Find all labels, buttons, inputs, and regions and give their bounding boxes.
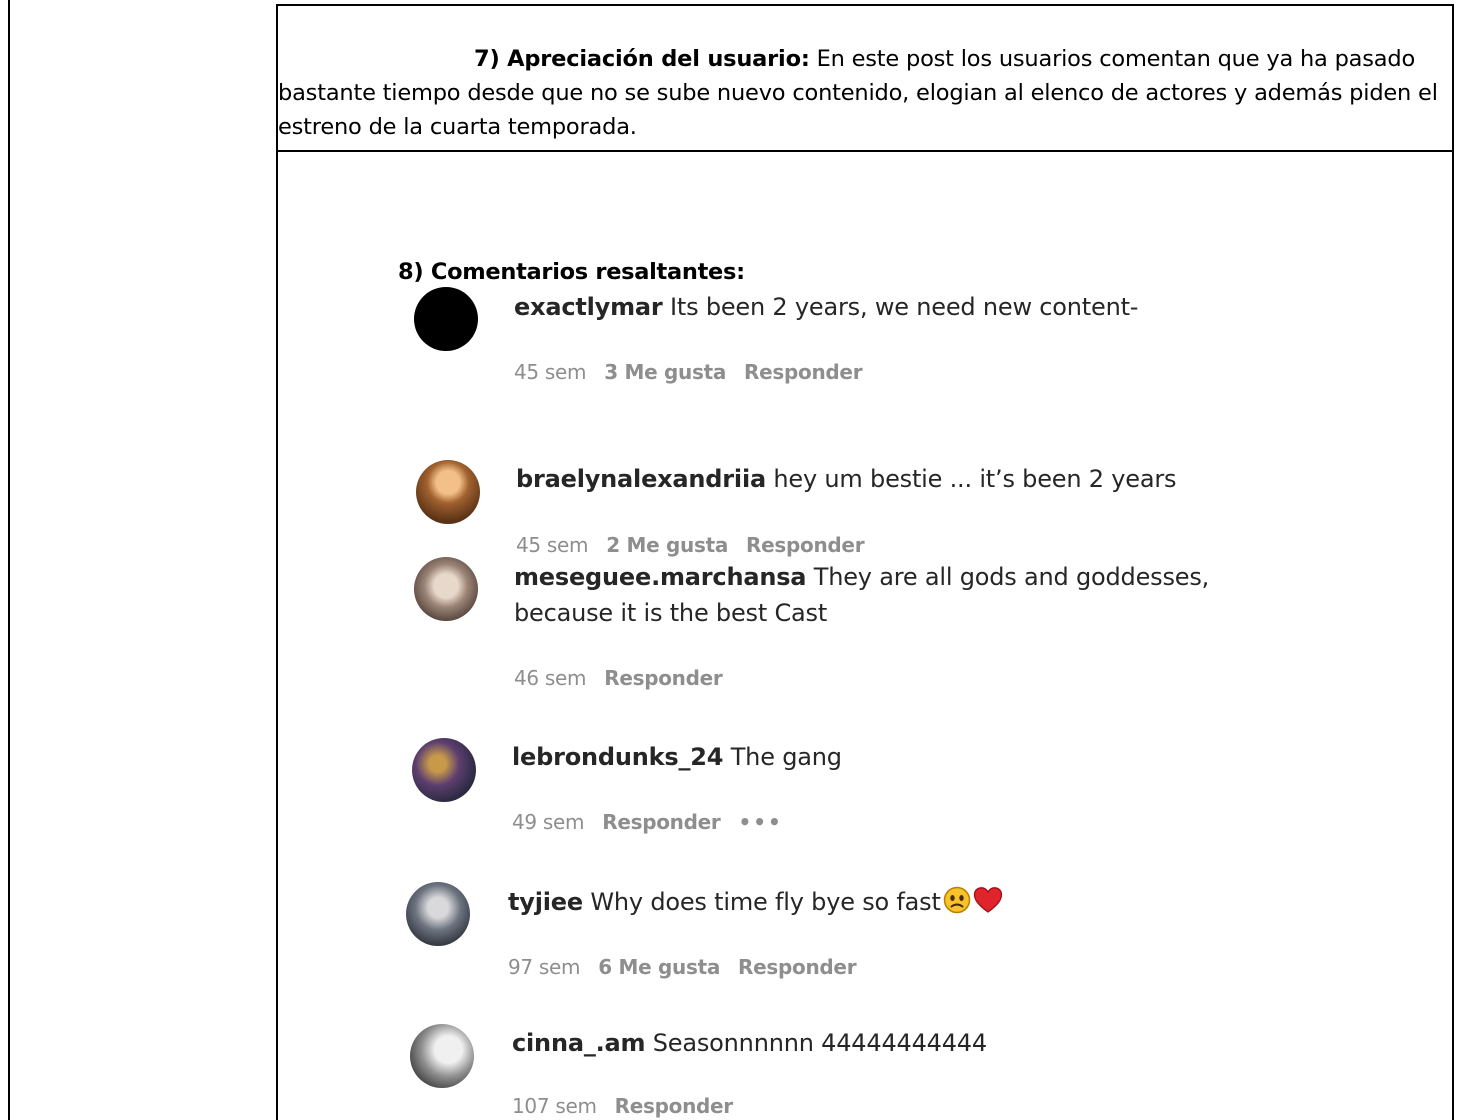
row-divider [276,150,1454,152]
comment-time[interactable]: 97 sem [508,955,581,979]
comment-body: Its been 2 years, we need new content- [662,293,1139,321]
reply-button[interactable]: Responder [746,533,865,557]
outer-left-border [8,0,10,1120]
comment-username[interactable]: exactlymar [514,293,663,321]
table-left-border [276,4,278,1120]
reply-button[interactable]: Responder [615,1094,734,1118]
avatar[interactable] [414,557,478,621]
comment-username[interactable]: tyjiee [508,888,583,916]
avatar[interactable] [416,460,480,524]
comment-text: exactlymar Its been 2 years, we need new… [514,292,1138,322]
reply-button[interactable]: Responder [604,666,723,690]
reply-button[interactable]: Responder [738,955,857,979]
section7-text: En este post los usuarios comentan que y… [278,46,1438,140]
avatar[interactable] [406,882,470,946]
comment-meta: 45 sem 2 Me gusta Responder [516,533,882,557]
more-options-icon[interactable]: ••• [738,810,782,834]
comment-meta: 45 sem 3 Me gusta Responder [514,360,880,384]
table-top-border [276,4,1454,6]
comment-meta: 49 sem Responder ••• [512,810,801,834]
comment-body: hey um bestie ... it’s been 2 years [765,465,1177,493]
comment-time[interactable]: 46 sem [514,666,587,690]
comment-meta: 46 sem Responder [514,666,740,690]
comment-time[interactable]: 107 sem [512,1094,597,1118]
comment-meta: 107 sem Responder [512,1094,751,1118]
avatar[interactable] [410,1024,474,1088]
comment-body: Why does time fly bye so fast [582,888,941,916]
comment-meta: 97 sem 6 Me gusta Responder [508,955,874,979]
reply-button[interactable]: Responder [602,810,721,834]
comment-text: braelynalexandriia hey um bestie ... it’… [516,464,1177,494]
section8-heading: 8) Comentarios resaltantes: [398,259,745,285]
comment-likes[interactable]: 2 Me gusta [606,533,728,557]
comment-time[interactable]: 45 sem [514,360,587,384]
comment-likes[interactable]: 6 Me gusta [598,955,720,979]
sad-face-emoji-icon [943,886,971,921]
avatar[interactable] [412,738,476,802]
comment-time[interactable]: 45 sem [516,533,589,557]
comment-text: tyjiee Why does time fly bye so fast [508,886,1003,921]
comment-body: Seasonnnnnn 44444444444 [645,1029,987,1057]
red-heart-emoji-icon [973,886,1003,921]
comment-username[interactable]: braelynalexandriia [516,465,766,493]
comment-text: lebrondunks_24 The gang [512,742,842,772]
comment-likes[interactable]: 3 Me gusta [604,360,726,384]
comment-username[interactable]: meseguee.marchansa [514,563,807,591]
comment-username[interactable]: lebrondunks_24 [512,743,723,771]
comment-body: The gang [723,743,842,771]
comment-time[interactable]: 49 sem [512,810,585,834]
section7-heading: 7) Apreciación del usuario: [474,46,810,72]
table-right-border [1452,4,1454,1120]
comment-text-continued: because it is the best Cast [514,599,828,627]
reply-button[interactable]: Responder [744,360,863,384]
avatar[interactable] [414,287,478,351]
user-appreciation-paragraph: 7) Apreciación del usuario: En este post… [278,42,1450,144]
comment-text: meseguee.marchansa They are all gods and… [514,562,1209,592]
comment-body: They are all gods and goddesses, [806,563,1210,591]
comment-text: cinna_.am Seasonnnnnn 44444444444 [512,1028,987,1058]
comment-username[interactable]: cinna_.am [512,1029,646,1057]
